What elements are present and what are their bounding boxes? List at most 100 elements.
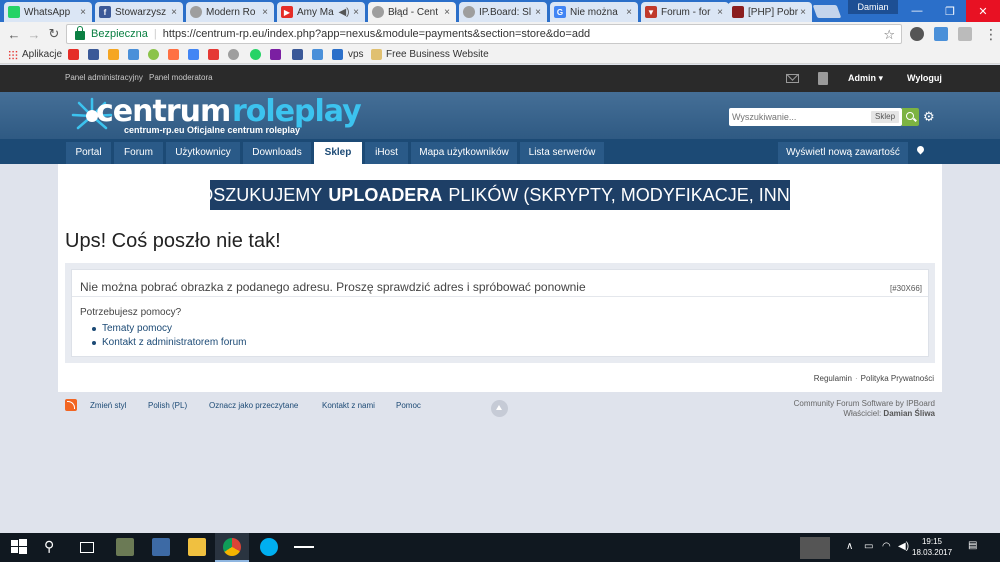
modcp-link[interactable]: Panel moderatora (149, 73, 213, 82)
browser-tab-whatsapp[interactable]: WhatsApp × (4, 2, 92, 22)
tab-close-icon[interactable]: × (624, 7, 634, 18)
nav-item-downloads[interactable]: Downloads (243, 142, 311, 164)
circle-bookmark-icon[interactable] (148, 49, 159, 60)
volume-icon[interactable]: ◀) (898, 541, 909, 552)
envelope-icon[interactable] (786, 74, 799, 83)
tab-close-icon[interactable]: × (442, 7, 452, 18)
mail-bookmark-icon[interactable] (270, 49, 281, 60)
youtube-bookmark-icon[interactable] (68, 49, 79, 60)
nav-item-server-list[interactable]: Lista serwerów (520, 142, 604, 164)
extension-pdf-icon[interactable] (958, 27, 972, 41)
search-options-gear-icon[interactable]: ⚙ (923, 109, 935, 125)
help-topics-link[interactable]: Tematy pomocy (92, 323, 247, 337)
browser-tab-forum[interactable]: ▼ Forum - for × (641, 2, 729, 22)
google-bookmark-icon[interactable] (188, 49, 199, 60)
search-taskbar-icon[interactable]: ⚲ (44, 538, 62, 556)
search-scope[interactable]: Sklep (871, 111, 900, 123)
extension-translate-icon[interactable] (934, 27, 948, 41)
tab-close-icon[interactable]: × (533, 7, 543, 18)
chrome-user-badge[interactable]: Damian (848, 0, 898, 14)
browser-tab-facebook[interactable]: f Stowarzysz × (95, 2, 183, 22)
acp-link[interactable]: Panel administracyjny (65, 73, 143, 82)
site-logo[interactable]: centrum roleplay centrum-rp.eu Oficjalne… (70, 94, 362, 138)
change-theme-link[interactable]: Zmień styl (90, 401, 126, 410)
link-bookmark-icon[interactable] (128, 49, 139, 60)
tab-close-icon[interactable]: × (798, 7, 808, 18)
task-view-icon[interactable] (80, 542, 94, 553)
back-to-top-icon[interactable] (491, 400, 508, 417)
rules-link[interactable]: Regulamin (814, 374, 852, 383)
nav-item-ihost[interactable]: iHost (365, 142, 408, 164)
nav-item-forum[interactable]: Forum (114, 142, 163, 164)
minimized-app-icon[interactable] (294, 546, 314, 548)
credits-software[interactable]: Community Forum Software by IPBoard (794, 399, 935, 409)
user-menu[interactable]: Admin ▾ (848, 73, 883, 84)
url-text[interactable]: https://centrum-rp.eu/index.php?app=nexu… (163, 28, 590, 40)
skype-icon[interactable] (260, 538, 278, 556)
contact-admin-link[interactable]: Kontakt z administratorem forum (92, 337, 247, 351)
nav-item-users[interactable]: Użytkownicy (166, 142, 240, 164)
action-center-icon[interactable]: ▤ (968, 540, 977, 551)
nav-item-portal[interactable]: Portal (66, 142, 111, 164)
announcement-banner[interactable]: POSZUKUJEMY UPLOADERA PLIKÓW (SKRYPTY, M… (187, 180, 813, 210)
tab-close-icon[interactable]: × (351, 7, 361, 18)
close-window-icon[interactable]: ✕ (966, 0, 1000, 22)
vps-bookmark-label[interactable]: vps (348, 49, 364, 60)
minimize-icon[interactable]: — (900, 0, 934, 22)
network-app-icon[interactable] (152, 538, 170, 556)
link-red-bookmark-icon[interactable] (208, 49, 219, 60)
bookmark-star-icon[interactable]: ☆ (883, 27, 895, 43)
facebook-bookmark-icon[interactable] (88, 49, 99, 60)
maximize-icon[interactable]: ❐ (933, 0, 967, 22)
taskbar-thumbnail[interactable] (800, 537, 830, 559)
logout-link[interactable]: Wyloguj (907, 73, 942, 83)
speaker-icon[interactable]: ◀) (337, 7, 351, 18)
chrome-taskbar-button[interactable] (215, 533, 249, 562)
address-bar[interactable]: Bezpieczna | https://centrum-rp.eu/index… (66, 24, 902, 44)
nav-item-member-map[interactable]: Mapa użytkowników (411, 142, 517, 164)
privacy-link[interactable]: Polityka Prywatności (861, 374, 934, 383)
browser-tab-active[interactable]: Błąd - Cent × (368, 2, 456, 22)
tab-close-icon[interactable]: × (169, 7, 179, 18)
browser-tab-ipboard[interactable]: IP.Board: Sl × (459, 2, 547, 22)
new-content-link[interactable]: Wyświetl nową zawartość (778, 142, 908, 164)
language-link[interactable]: Polish (PL) (148, 401, 187, 410)
taskbar-clock[interactable]: 19:15 18.03.2017 (912, 536, 952, 558)
ipb-bookmark-icon[interactable] (228, 49, 239, 60)
browser-tab-google[interactable]: G Nie można × (550, 2, 638, 22)
help-link[interactable]: Pomoc (396, 401, 421, 410)
notification-icon[interactable] (818, 72, 828, 85)
contact-us-link[interactable]: Kontakt z nami (322, 401, 375, 410)
arrow-bookmark-icon[interactable] (312, 49, 323, 60)
browser-tab-modern[interactable]: Modern Ro × (186, 2, 274, 22)
extension-shield-icon[interactable] (910, 27, 924, 41)
wifi-icon[interactable]: ◠ (882, 541, 891, 552)
tray-chevron-icon[interactable]: ∧ (846, 541, 853, 552)
tab-close-icon[interactable]: × (715, 7, 725, 18)
tab-close-icon[interactable]: × (260, 7, 270, 18)
forward-arrow-icon[interactable]: → (26, 26, 42, 42)
file-explorer-icon[interactable] (188, 538, 206, 556)
back-arrow-icon[interactable]: ← (6, 26, 22, 42)
search-input[interactable] (732, 110, 862, 124)
tab-close-icon[interactable]: × (78, 7, 88, 18)
battery-icon[interactable]: ▭ (864, 541, 873, 552)
browser-menu-icon[interactable]: ⋮ (984, 26, 998, 43)
search-button[interactable] (902, 108, 919, 126)
business-bookmark-icon[interactable] (371, 49, 382, 60)
windows-start-icon[interactable] (10, 538, 28, 556)
whatsapp-bookmark-icon[interactable] (250, 49, 261, 60)
browser-tab-youtube[interactable]: ▶ Amy Ma ◀) × (277, 2, 365, 22)
star-bookmark-icon[interactable] (108, 49, 119, 60)
mark-read-link[interactable]: Oznacz jako przeczytane (209, 401, 298, 410)
bookmark-apps[interactable]: Aplikacje (8, 49, 62, 60)
rss-icon[interactable] (65, 399, 77, 411)
vps-bookmark-icon[interactable] (332, 49, 343, 60)
new-tab-button[interactable] (812, 5, 842, 18)
facebook2-bookmark-icon[interactable] (292, 49, 303, 60)
browser-tab-php[interactable]: [PHP] Pobr × (728, 2, 812, 22)
reload-icon[interactable]: ↻ (46, 26, 62, 42)
nav-item-shop[interactable]: Sklep (314, 142, 362, 164)
orange-bookmark-icon[interactable] (168, 49, 179, 60)
app-icon[interactable] (116, 538, 134, 556)
